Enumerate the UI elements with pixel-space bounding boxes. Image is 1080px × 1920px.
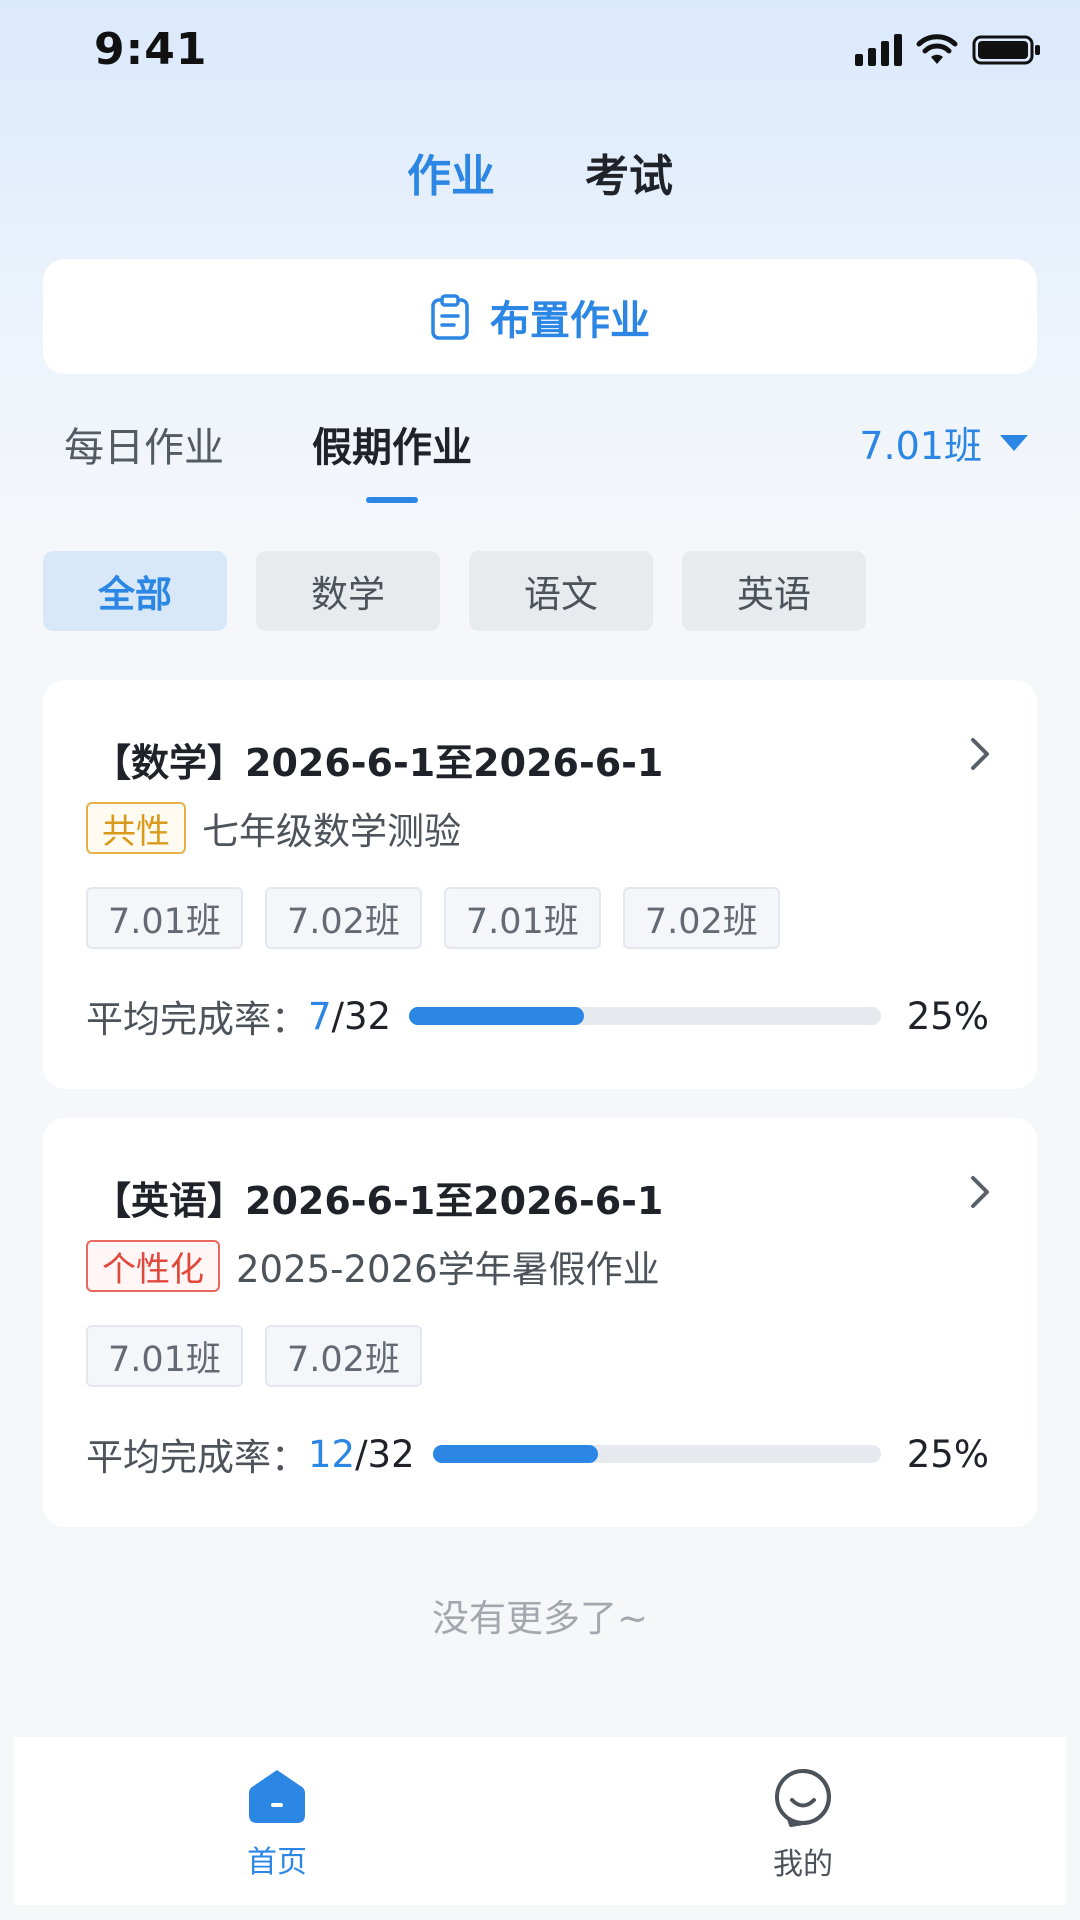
class-tag: 7.01班 bbox=[86, 1325, 243, 1387]
caret-down-icon bbox=[1000, 434, 1028, 451]
class-tags: 7.01班 7.02班 bbox=[86, 1325, 422, 1387]
profile-icon bbox=[775, 1769, 831, 1827]
completed-count: 7 bbox=[308, 994, 332, 1038]
nav-home[interactable]: 首页 bbox=[14, 1737, 540, 1905]
tab-daily-homework[interactable]: 每日作业 bbox=[64, 415, 224, 473]
class-tags: 7.01班 7.02班 7.01班 7.02班 bbox=[86, 887, 780, 949]
card-title: 【数学】2026-6-1至2026-6-1 bbox=[93, 741, 664, 785]
total-count: /32 bbox=[355, 1432, 415, 1476]
progress-fill bbox=[409, 1007, 584, 1025]
cellular-signal-icon bbox=[855, 34, 902, 66]
card-tag-row: 共性 七年级数学测验 bbox=[86, 801, 461, 855]
tab-exam[interactable]: 考试 bbox=[585, 140, 673, 204]
completion-progress-bar bbox=[432, 1445, 881, 1463]
status-time: 9:41 bbox=[94, 24, 208, 75]
class-selector[interactable]: 7.01班 bbox=[859, 415, 1028, 470]
bottom-nav: 首页 我的 bbox=[14, 1737, 1066, 1905]
assign-homework-label: 布置作业 bbox=[490, 297, 650, 344]
wifi-icon bbox=[916, 34, 958, 66]
card-tag-row: 个性化 2025-2026学年暑假作业 bbox=[86, 1239, 660, 1293]
type-tag: 个性化 bbox=[86, 1240, 220, 1292]
class-tag: 7.02班 bbox=[622, 887, 780, 949]
completion-rate-label: 平均完成率： bbox=[86, 998, 308, 1041]
home-icon bbox=[249, 1770, 305, 1823]
completed-count: 12 bbox=[308, 1432, 356, 1476]
class-tag: 7.02班 bbox=[264, 1325, 422, 1387]
completion-percent: 25% bbox=[906, 994, 989, 1038]
total-count: /32 bbox=[331, 994, 392, 1038]
nav-profile[interactable]: 我的 bbox=[540, 1737, 1066, 1905]
filter-english[interactable]: 英语 bbox=[682, 551, 866, 631]
class-selector-value: 7.01班 bbox=[859, 424, 982, 468]
homework-card[interactable]: 【英语】2026-6-1至2026-6-1 个性化 2025-2026学年暑假作… bbox=[43, 1118, 1037, 1527]
card-description: 2025-2026学年暑假作业 bbox=[236, 1248, 660, 1291]
no-more-text: 没有更多了~ bbox=[431, 1597, 648, 1640]
assign-homework-button[interactable]: 布置作业 bbox=[43, 259, 1037, 374]
nav-profile-label: 我的 bbox=[773, 1847, 833, 1882]
tab-holiday-homework[interactable]: 假期作业 bbox=[312, 415, 472, 473]
filter-all[interactable]: 全部 bbox=[43, 551, 227, 631]
nav-home-label: 首页 bbox=[247, 1845, 307, 1880]
card-title: 【英语】2026-6-1至2026-6-1 bbox=[93, 1179, 664, 1223]
completion-rate-row: 平均完成率： 12 /32 25% bbox=[86, 1426, 989, 1482]
status-icons bbox=[855, 34, 1042, 66]
subject-filters: 全部 数学 语文 英语 bbox=[43, 551, 866, 631]
type-tag: 共性 bbox=[86, 802, 186, 854]
chevron-right-icon[interactable] bbox=[963, 732, 997, 776]
progress-fill bbox=[432, 1445, 599, 1463]
class-tag: 7.01班 bbox=[86, 887, 243, 949]
chevron-right-icon[interactable] bbox=[963, 1170, 997, 1214]
status-bar: 9:41 bbox=[0, 0, 1080, 100]
class-tag: 7.01班 bbox=[443, 887, 601, 949]
filter-math[interactable]: 数学 bbox=[256, 551, 440, 631]
sub-tabs: 每日作业 假期作业 bbox=[64, 415, 472, 473]
completion-rate-label: 平均完成率： bbox=[86, 1436, 308, 1479]
filter-chinese[interactable]: 语文 bbox=[469, 551, 653, 631]
class-tag: 7.02班 bbox=[264, 887, 422, 949]
card-description: 七年级数学测验 bbox=[202, 810, 461, 853]
homework-card[interactable]: 【数学】2026-6-1至2026-6-1 共性 七年级数学测验 7.01班 7… bbox=[43, 680, 1037, 1089]
completion-rate-row: 平均完成率： 7 /32 25% bbox=[86, 988, 989, 1044]
battery-icon bbox=[972, 34, 1042, 66]
completion-progress-bar bbox=[409, 1007, 881, 1025]
clipboard-icon bbox=[431, 293, 469, 340]
top-tabs: 作业 考试 bbox=[0, 140, 1080, 204]
completion-percent: 25% bbox=[906, 1432, 989, 1476]
tab-homework[interactable]: 作业 bbox=[407, 140, 495, 204]
